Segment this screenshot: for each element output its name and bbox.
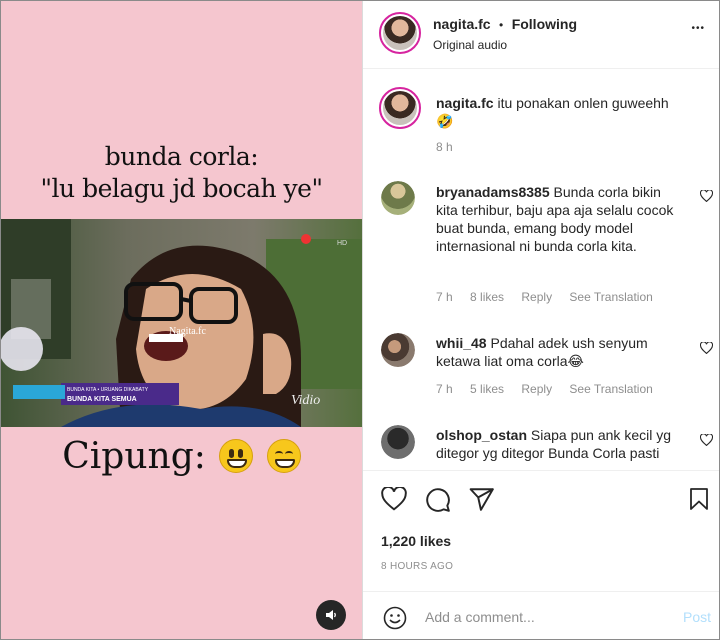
comment-input[interactable]: Add a comment... <box>425 609 535 625</box>
laugh-emoji-icon: 🤣 <box>436 113 454 129</box>
emoji-icon[interactable] <box>383 606 407 635</box>
comment-text: itu ponakan onlen guweehh <box>497 95 669 111</box>
comment-username[interactable]: bryanadams8385 <box>436 184 550 200</box>
smiley-emoji-icon <box>219 439 254 473</box>
grin-emoji-icon <box>266 439 301 473</box>
bookmark-icon[interactable] <box>689 487 709 516</box>
heart-icon[interactable] <box>699 433 714 449</box>
caption-bottom-text: Cipung: <box>62 436 206 477</box>
more-icon[interactable]: ••• <box>691 23 705 34</box>
comment-icon[interactable] <box>425 487 451 518</box>
avatar[interactable] <box>379 87 421 129</box>
comment-time: 7 h <box>436 290 453 304</box>
svg-text:BUNDA KITA • URUANG DIKABATY: BUNDA KITA • URUANG DIKABATY <box>67 387 149 393</box>
header-separator: • <box>499 18 504 32</box>
header-username[interactable]: nagita.fc <box>433 16 491 32</box>
reply-link[interactable]: Reply <box>521 290 552 304</box>
heart-icon[interactable] <box>381 485 407 516</box>
post-media[interactable]: bunda corla: "lu belagu jd bocah ye" BUN… <box>1 1 362 639</box>
likes-count[interactable]: 1,220 likes <box>381 533 451 549</box>
avatar[interactable] <box>379 12 421 54</box>
comment-meta: 7 h 8 likes Reply See Translation <box>436 290 667 304</box>
sound-icon[interactable] <box>316 600 346 630</box>
channel-tag: HD <box>337 240 347 247</box>
comment-username[interactable]: olshop_ostan <box>436 427 527 443</box>
comment-username[interactable]: whii_48 <box>436 335 487 351</box>
share-icon[interactable] <box>469 487 495 516</box>
see-translation-link[interactable]: See Translation <box>569 382 652 396</box>
comment-likes[interactable]: 8 likes <box>470 290 504 304</box>
comment: whii_48 Pdahal adek ush senyum ketawa li… <box>436 334 686 370</box>
post-header: nagita.fc • Following Original audio ••• <box>363 1 719 69</box>
vidio-logo: Vidio <box>291 393 320 408</box>
see-translation-link[interactable]: See Translation <box>569 290 652 304</box>
caption-comment: nagita.fc itu ponakan onlen guweehh 🤣 <box>436 94 706 130</box>
post-button[interactable]: Post <box>683 609 711 625</box>
post-timestamp: 8 HOURS AGO <box>381 561 454 572</box>
comments-list[interactable]: nagita.fc itu ponakan onlen guweehh 🤣 8 … <box>363 70 719 470</box>
comment-username[interactable]: nagita.fc <box>436 95 494 111</box>
heart-icon[interactable] <box>699 341 714 357</box>
caption-top-line2: "lu belagu jd bocah ye" <box>40 174 323 203</box>
caption-bottom: Cipung: <box>1 435 362 479</box>
audio-label[interactable]: Original audio <box>433 38 507 52</box>
avatar[interactable] <box>381 425 415 459</box>
banner-text: BUNDA KITA SEMUA <box>67 396 137 403</box>
reply-link[interactable]: Reply <box>521 382 552 396</box>
post-panel: nagita.fc • Following Original audio •••… <box>362 1 719 639</box>
add-comment-bar: Add a comment... Post <box>363 591 719 639</box>
caption-top: bunda corla: "lu belagu jd bocah ye" <box>1 141 362 205</box>
avatar[interactable] <box>381 181 415 215</box>
post-actions: 1,220 likes 8 HOURS AGO <box>363 470 719 590</box>
video-frame: BUNDA KITA • URUANG DIKABATY BUNDA KITA … <box>1 219 362 427</box>
comment-likes[interactable]: 5 likes <box>470 382 504 396</box>
comment: bryanadams8385 Bunda corla bikin kita te… <box>436 183 686 255</box>
comment-meta: 7 h 5 likes Reply See Translation <box>436 382 667 396</box>
watermark: Nagita.fc <box>169 326 206 337</box>
video-scene: BUNDA KITA • URUANG DIKABATY BUNDA KITA … <box>1 219 362 427</box>
comment-time: 7 h <box>436 382 453 396</box>
caption-top-line1: bunda corla: <box>104 142 259 171</box>
heart-icon[interactable] <box>699 189 714 205</box>
avatar[interactable] <box>381 333 415 367</box>
caption-time: 8 h <box>436 140 453 154</box>
comment: olshop_ostan Siapa pun ank kecil yg dite… <box>436 426 686 462</box>
follow-status[interactable]: Following <box>512 16 577 32</box>
